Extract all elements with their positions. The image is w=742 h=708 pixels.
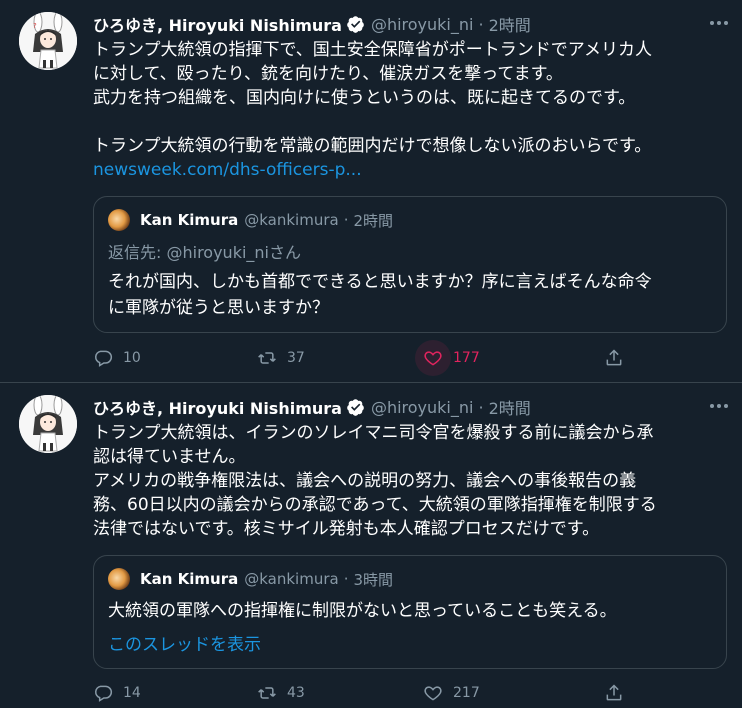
tweet-text-line: トランプ大統領は、イランのソレイマニ司令官を爆殺する前に議会から承 — [93, 423, 654, 443]
tweet-text-line: アメリカの戦争権限法は、議会への説明の努力、議会への事後報告の義 — [93, 471, 637, 491]
verified-badge-icon — [347, 15, 364, 33]
tweet-text: トランプ大統領は、イランのソレイマニ司令官を爆殺する前に議会から承 認は得ていま… — [93, 421, 722, 541]
quoted-text-line: 大統領の軍隊への指揮権に制限がないと思っていることも笑える。 — [108, 601, 617, 621]
separator: · — [478, 14, 484, 34]
tweet-text-line — [93, 110, 722, 134]
tweet-header: ひろゆき, Hiroyuki Nishimura @hiroyuki_ni · … — [93, 12, 531, 36]
handle[interactable]: @hiroyuki_ni — [371, 15, 474, 34]
like-count: 217 — [453, 685, 480, 701]
quoted-tweet[interactable]: Kan Kimura @kankimura · 3時間 大統領の軍隊への指揮権に… — [93, 555, 727, 669]
rabbit-girl-avatar-icon — [19, 395, 77, 453]
tweet-header: ひろゆき, Hiroyuki Nishimura @hiroyuki_ni · … — [93, 395, 531, 419]
more-options-icon[interactable] — [710, 397, 728, 415]
tweet-text-line: 認は得ていません。 — [93, 447, 246, 467]
quoted-text: それが国内、しかも首都でできると思いますか？序に言えばそんな命令 に軍隊が従うと… — [108, 269, 714, 321]
retweet-icon — [249, 340, 285, 376]
reply-to-label: 返信先: @hiroyuki_niさん — [108, 243, 301, 262]
reply-icon — [85, 675, 121, 708]
retweet-icon — [249, 675, 285, 708]
separator: · — [343, 211, 349, 229]
tweet-link[interactable]: newsweek.com/dhs-officers-p... — [93, 158, 722, 182]
display-name[interactable]: ひろゆき, Hiroyuki Nishimura — [93, 12, 342, 36]
tweet[interactable]: ひろゆき, Hiroyuki Nishimura @hiroyuki_ni · … — [0, 383, 742, 708]
svg-text:?: ? — [33, 22, 37, 30]
share-icon — [596, 675, 632, 708]
retweet-count: 37 — [287, 350, 305, 366]
timestamp[interactable]: 2時間 — [489, 12, 531, 36]
tweet-actions: 10 37 177 — [93, 340, 633, 376]
reply-button[interactable]: 10 — [85, 340, 141, 376]
tweet[interactable]: ? ひろゆき, Hiroyuki Nishimura @hiroyuki_ni … — [0, 0, 742, 383]
tweet-text-line: に対して、殴ったり、銃を向けたり、催涙ガスを撃ってます。 — [93, 64, 563, 84]
avatar[interactable]: ? — [19, 12, 77, 70]
quoted-text-line: それが国内、しかも首都でできると思いますか？序に言えばそんな命令 — [108, 272, 652, 292]
tweet-text-line: 武力を持つ組織を、国内向けに使うというのは、既に起きてるのです。 — [93, 88, 636, 108]
tweet-text-line: トランプ大統領の行動を常識の範囲内だけで想像しない派のおいらです。 — [93, 136, 652, 156]
tweet-text-line: 法律ではないです。核ミサイル発射も本人確認プロセスだけです。 — [93, 519, 600, 539]
separator: · — [478, 397, 484, 417]
more-options-icon[interactable] — [710, 14, 728, 32]
rabbit-girl-avatar-icon: ? — [19, 12, 77, 70]
like-button[interactable]: 177 — [415, 340, 480, 376]
verified-badge-icon — [347, 398, 364, 416]
quoted-timestamp: 3時間 — [353, 570, 394, 589]
reply-icon — [85, 340, 121, 376]
share-button[interactable] — [596, 675, 632, 708]
share-button[interactable] — [596, 340, 632, 376]
quoted-text: 大統領の軍隊への指揮権に制限がないと思っていることも笑える。 — [108, 598, 714, 624]
quoted-tweet-header: Kan Kimura @kankimura · 3時間 — [108, 568, 393, 590]
tweet-actions: 14 43 217 — [93, 675, 633, 708]
heart-icon — [415, 675, 451, 708]
reply-button[interactable]: 14 — [85, 675, 141, 708]
like-count: 177 — [453, 350, 480, 366]
retweet-button[interactable]: 37 — [249, 340, 305, 376]
reply-count: 10 — [123, 350, 141, 366]
tweet-text-line: トランプ大統領の指揮下で、国土安全保障省がポートランドでアメリカ人 — [93, 40, 652, 60]
reply-count: 14 — [123, 685, 141, 701]
share-icon — [596, 340, 632, 376]
quoted-text-line: に軍隊が従うと思いますか？ — [108, 298, 329, 318]
show-thread-link[interactable]: このスレッドを表示 — [108, 630, 261, 655]
quoted-avatar — [108, 209, 130, 231]
quoted-avatar — [108, 568, 130, 590]
quoted-handle: @kankimura — [244, 211, 339, 229]
quoted-display-name: Kan Kimura — [140, 211, 239, 229]
like-button[interactable]: 217 — [415, 675, 480, 708]
timestamp[interactable]: 2時間 — [489, 395, 531, 419]
tweet-text-line: 務、60日以内の議会からの承認であって、大統領の軍隊指揮権を制限する — [93, 495, 657, 515]
quoted-handle: @kankimura — [244, 570, 339, 588]
retweet-button[interactable]: 43 — [249, 675, 305, 708]
timeline: ? ひろゆき, Hiroyuki Nishimura @hiroyuki_ni … — [0, 0, 742, 708]
quoted-display-name: Kan Kimura — [140, 570, 239, 588]
heart-icon — [415, 340, 451, 376]
tweet-text: トランプ大統領の指揮下で、国土安全保障省がポートランドでアメリカ人 に対して、殴… — [93, 38, 722, 182]
avatar[interactable] — [19, 395, 77, 453]
retweet-count: 43 — [287, 685, 305, 701]
separator: · — [343, 570, 349, 588]
quoted-timestamp: 2時間 — [353, 211, 394, 230]
quoted-tweet-header: Kan Kimura @kankimura · 2時間 — [108, 209, 393, 231]
handle[interactable]: @hiroyuki_ni — [371, 398, 474, 417]
quoted-tweet[interactable]: Kan Kimura @kankimura · 2時間 返信先: @hiroyu… — [93, 196, 727, 333]
display-name[interactable]: ひろゆき, Hiroyuki Nishimura — [93, 395, 342, 419]
